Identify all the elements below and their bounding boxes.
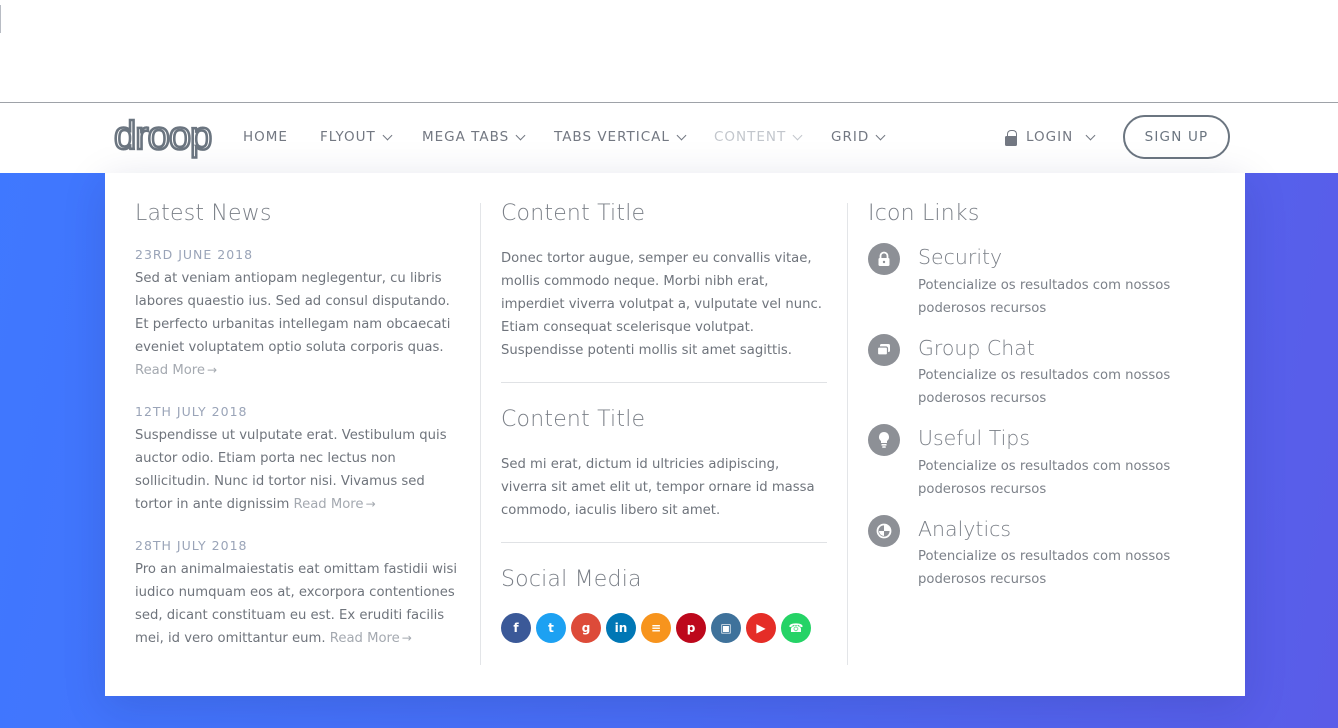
login-label: LOGIN — [1026, 129, 1074, 145]
browser-top-area — [0, 0, 1338, 103]
icon-links-column: Icon Links Security Potencialize os resu… — [868, 203, 1208, 591]
twitter-icon[interactable]: t — [536, 613, 566, 643]
divider — [501, 542, 827, 543]
nav-grid[interactable]: GRID — [831, 129, 886, 145]
read-more-link[interactable]: Read More → — [135, 363, 217, 378]
text-cursor — [0, 5, 1, 33]
content-column: Content Title Donec tortor augue, semper… — [501, 203, 827, 643]
mega-menu-panel: Latest News 23rd June 2018 Sed at veniam… — [105, 173, 1245, 696]
login-menu[interactable]: LOGIN — [1005, 129, 1096, 146]
icon-link-security[interactable]: Security Potencialize os resultados com … — [868, 243, 1208, 320]
news-date: 28th July 2018 — [135, 538, 248, 553]
news-item: 12th July 2018 Suspendisse ut vulputate … — [135, 404, 465, 516]
nav-mega-tabs[interactable]: MEGA TABS — [422, 129, 526, 145]
content-title: Content Title — [501, 201, 646, 226]
chat-icon — [868, 333, 900, 366]
content-text: Sed mi erat, dictum id ultricies adipisc… — [501, 457, 815, 518]
social-icons: f t g in ≡ p ▣ ▶ ☎ — [501, 613, 827, 643]
nav-label: CONTENT — [714, 129, 787, 145]
icon-link-body: Group Chat Potencialize os resultados co… — [918, 335, 1188, 411]
icon-link-desc: Potencialize os resultados com nossos po… — [918, 549, 1171, 587]
nav-content[interactable]: CONTENT — [714, 129, 803, 145]
nav-label: FLYOUT — [320, 129, 376, 145]
news-text: Pro an animalmaiestatis eat omittam fast… — [135, 558, 465, 650]
nav-label: TABS VERTICAL — [554, 129, 670, 145]
icon-link-title: Analytics — [918, 516, 1012, 541]
nav-tabs-vertical[interactable]: TABS VERTICAL — [554, 129, 687, 145]
svg-text:droop: droop — [114, 116, 211, 158]
icon-link-title: Security — [918, 245, 1003, 269]
lock-icon — [868, 243, 900, 275]
icon-link-analytics[interactable]: Analytics Potencialize os resultados com… — [868, 514, 1208, 592]
droop-logo[interactable]: droop — [114, 116, 214, 160]
nav-label: GRID — [831, 129, 870, 145]
content-text: Donec tortor augue, semper eu convallis … — [501, 251, 822, 358]
news-item: 23rd June 2018 Sed at veniam antiopam ne… — [135, 247, 465, 382]
icon-link-body: Analytics Potencialize os resultados com… — [918, 516, 1188, 592]
icon-link-desc: Potencialize os resultados com nossos po… — [918, 368, 1171, 406]
divider — [501, 382, 827, 383]
icon-link-body: Security Potencialize os resultados com … — [918, 247, 1188, 320]
news-body: Suspendisse ut vulputate erat. Vestibulu… — [135, 428, 447, 512]
news-item: 28th July 2018 Pro an animalmaiestatis e… — [135, 538, 465, 650]
nav-flyout[interactable]: FLYOUT — [320, 129, 393, 145]
instagram-icon[interactable]: ▣ — [711, 613, 741, 643]
lock-icon — [1005, 130, 1017, 146]
arrow-right-icon: → — [207, 363, 218, 377]
latest-news-title: Latest News — [135, 201, 272, 226]
arrow-right-icon: → — [365, 497, 376, 511]
news-text: Suspendisse ut vulputate erat. Vestibulu… — [135, 424, 465, 516]
content-title: Content Title — [501, 407, 646, 432]
chevron-down-icon — [1085, 130, 1096, 140]
news-date: 12th July 2018 — [135, 404, 248, 419]
icon-link-body: Useful Tips Potencialize os resultados c… — [918, 428, 1188, 501]
lightbulb-icon — [868, 424, 900, 456]
chevron-down-icon — [792, 130, 803, 140]
pie-chart-icon — [868, 514, 900, 547]
icon-links-title: Icon Links — [868, 201, 980, 226]
read-more-label: Read More — [293, 497, 364, 512]
icon-link-useful-tips[interactable]: Useful Tips Potencialize os resultados c… — [868, 424, 1208, 501]
navbar: droop HOME FLYOUT MEGA TABS TABS VERTICA… — [0, 102, 1338, 173]
chevron-down-icon — [515, 130, 526, 140]
column-divider — [480, 203, 481, 665]
news-date: 23rd June 2018 — [135, 247, 254, 262]
facebook-icon[interactable]: f — [501, 613, 531, 643]
icon-link-title: Group Chat — [918, 335, 1035, 360]
icon-link-group-chat[interactable]: Group Chat Potencialize os resultados co… — [868, 333, 1208, 411]
icon-link-desc: Potencialize os resultados com nossos po… — [918, 458, 1171, 497]
linkedin-icon[interactable]: in — [606, 613, 636, 643]
chevron-down-icon — [875, 130, 886, 140]
read-more-label: Read More — [135, 363, 206, 378]
chevron-down-icon — [382, 130, 393, 140]
sign-up-button[interactable]: SIGN UP — [1123, 115, 1230, 159]
whatsapp-icon[interactable]: ☎ — [781, 613, 811, 643]
chevron-down-icon — [676, 130, 687, 140]
google-plus-icon[interactable]: g — [571, 613, 601, 643]
read-more-link[interactable]: Read More → — [330, 631, 412, 646]
column-divider — [847, 203, 848, 665]
read-more-label: Read More — [329, 631, 400, 646]
latest-news-column: Latest News 23rd June 2018 Sed at veniam… — [135, 203, 465, 650]
nav-label: MEGA TABS — [422, 129, 510, 145]
pinterest-icon[interactable]: p — [676, 613, 706, 643]
icon-link-title: Useful Tips — [918, 426, 1030, 450]
read-more-link[interactable]: Read More → — [294, 497, 376, 512]
social-media-title: Social Media — [501, 567, 642, 592]
youtube-icon[interactable]: ▶ — [746, 613, 776, 643]
arrow-right-icon: → — [401, 631, 412, 645]
nav-home[interactable]: HOME — [243, 129, 288, 145]
rss-icon[interactable]: ≡ — [641, 613, 671, 643]
news-text: Sed at veniam antiopam neglegentur, cu l… — [135, 267, 465, 382]
icon-link-desc: Potencialize os resultados com nossos po… — [918, 277, 1171, 316]
nav-label: HOME — [243, 129, 288, 145]
news-body: Sed at veniam antiopam neglegentur, cu l… — [135, 271, 451, 355]
